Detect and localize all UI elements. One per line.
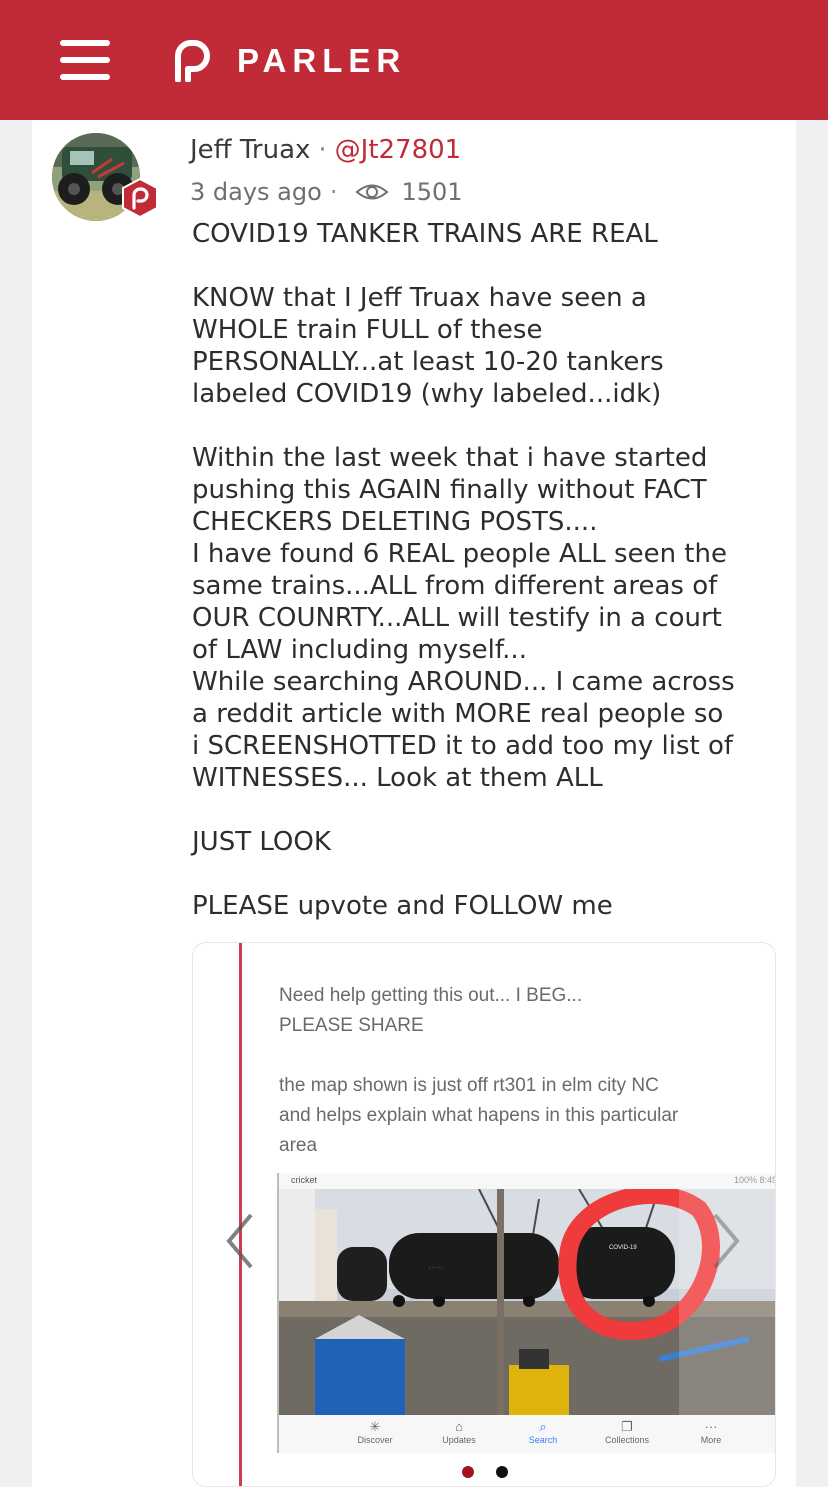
post-line: labeled COVID19 (why labeled...idk) <box>192 379 662 409</box>
post-line: pushing this AGAIN finally without FACT <box>192 475 707 505</box>
updates-icon: ⌂ <box>455 1419 463 1434</box>
post-line: a reddit article with MORE real people s… <box>192 699 724 729</box>
post-line: KNOW that I Jeff Truax have seen a <box>192 283 647 313</box>
post-line: PLEASE upvote and FOLLOW me <box>192 891 613 921</box>
eye-icon <box>355 184 389 200</box>
screenshot-text: Need help getting this out... I BEG... <box>279 985 583 1006</box>
nav-updates: ⌂ Updates <box>419 1419 499 1445</box>
author-handle[interactable]: @Jt27801 <box>335 135 462 165</box>
post-line: While searching AROUND... I came across <box>192 667 735 697</box>
post-line: i SCREENSHOTTED it to add too my list of <box>192 731 734 761</box>
phone-status-bar: cricket 100% 8:49 <box>279 1173 776 1189</box>
post-body: COVID19 TANKER TRAINS ARE REAL KNOW that… <box>192 218 788 922</box>
separator-dot: · <box>318 135 327 165</box>
status-right: 100% 8:49 <box>733 1175 776 1185</box>
post-line: OUR COUNRTY...ALL will testify in a cour… <box>192 603 722 633</box>
hamburger-menu-icon[interactable] <box>58 38 112 82</box>
collections-icon: ❐ <box>621 1419 633 1434</box>
author-line: Jeff Truax · @Jt27801 <box>190 130 461 170</box>
search-icon: ⌕ <box>539 1419 547 1434</box>
parler-badge-icon <box>122 178 158 218</box>
more-icon: ··· <box>704 1419 718 1434</box>
post-line: CHECKERS DELETING POSTS.... <box>192 507 598 537</box>
app-header: PARLER <box>0 0 828 120</box>
tanker-train-photo: COVID-19 · · · · · <box>279 1189 775 1415</box>
post-line: WHOLE train FULL of these <box>192 315 543 345</box>
media-carousel[interactable]: Need help getting this out... I BEG... P… <box>192 942 776 1487</box>
post-line: same trains...ALL from different areas o… <box>192 571 718 601</box>
nav-more: ··· More <box>671 1419 751 1445</box>
post-line: I have found 6 REAL people ALL seen the <box>192 539 727 569</box>
svg-text:· · · · ·: · · · · · <box>429 1265 443 1271</box>
carousel-dot-active[interactable] <box>462 1466 475 1478</box>
screenshot-text: the map shown is just off rt301 in elm c… <box>279 1075 659 1096</box>
embedded-phone-screenshot: cricket 100% 8:49 COVID-19 · · · · · ✳ D… <box>277 1173 775 1453</box>
screenshot-text: PLEASE SHARE <box>279 1015 424 1036</box>
post-meta: 3 days ago · 1501 <box>190 172 463 212</box>
screenshot-text: and helps explain what hapens in this pa… <box>279 1105 679 1126</box>
carousel-dots <box>193 1463 775 1478</box>
separator-dot: · <box>329 178 338 206</box>
post-line: WITNESSES... Look at them ALL <box>192 763 603 793</box>
carousel-prev-chevron-icon[interactable] <box>223 1211 259 1271</box>
carrier-label: cricket <box>291 1175 318 1185</box>
tanker-label: COVID-19 <box>609 1245 637 1251</box>
nav-search: ⌕ Search <box>503 1419 583 1445</box>
screenshot-text: area <box>279 1135 318 1156</box>
view-count: 1501 <box>401 178 463 206</box>
discover-icon: ✳ <box>369 1419 381 1434</box>
post-line: COVID19 TANKER TRAINS ARE REAL <box>192 219 658 249</box>
carousel-next-chevron-icon[interactable] <box>707 1211 743 1271</box>
post-line: PERSONALLY...at least 10-20 tankers <box>192 347 664 377</box>
parler-p-logo-icon[interactable] <box>172 40 214 82</box>
post-line: JUST LOOK <box>192 827 331 857</box>
nav-discover: ✳ Discover <box>335 1419 415 1445</box>
nav-collections: ❐ Collections <box>587 1419 667 1445</box>
brand-wordmark[interactable]: PARLER <box>237 40 406 82</box>
carousel-dot[interactable] <box>495 1466 508 1478</box>
post-timestamp: 3 days ago <box>190 178 322 206</box>
post-line: Within the last week that i have started <box>192 443 708 473</box>
phone-bottom-nav: ✳ Discover ⌂ Updates ⌕ Search ❐ Collecti… <box>279 1417 775 1453</box>
author-name[interactable]: Jeff Truax <box>190 135 310 165</box>
post-line: of LAW including myself... <box>192 635 527 665</box>
